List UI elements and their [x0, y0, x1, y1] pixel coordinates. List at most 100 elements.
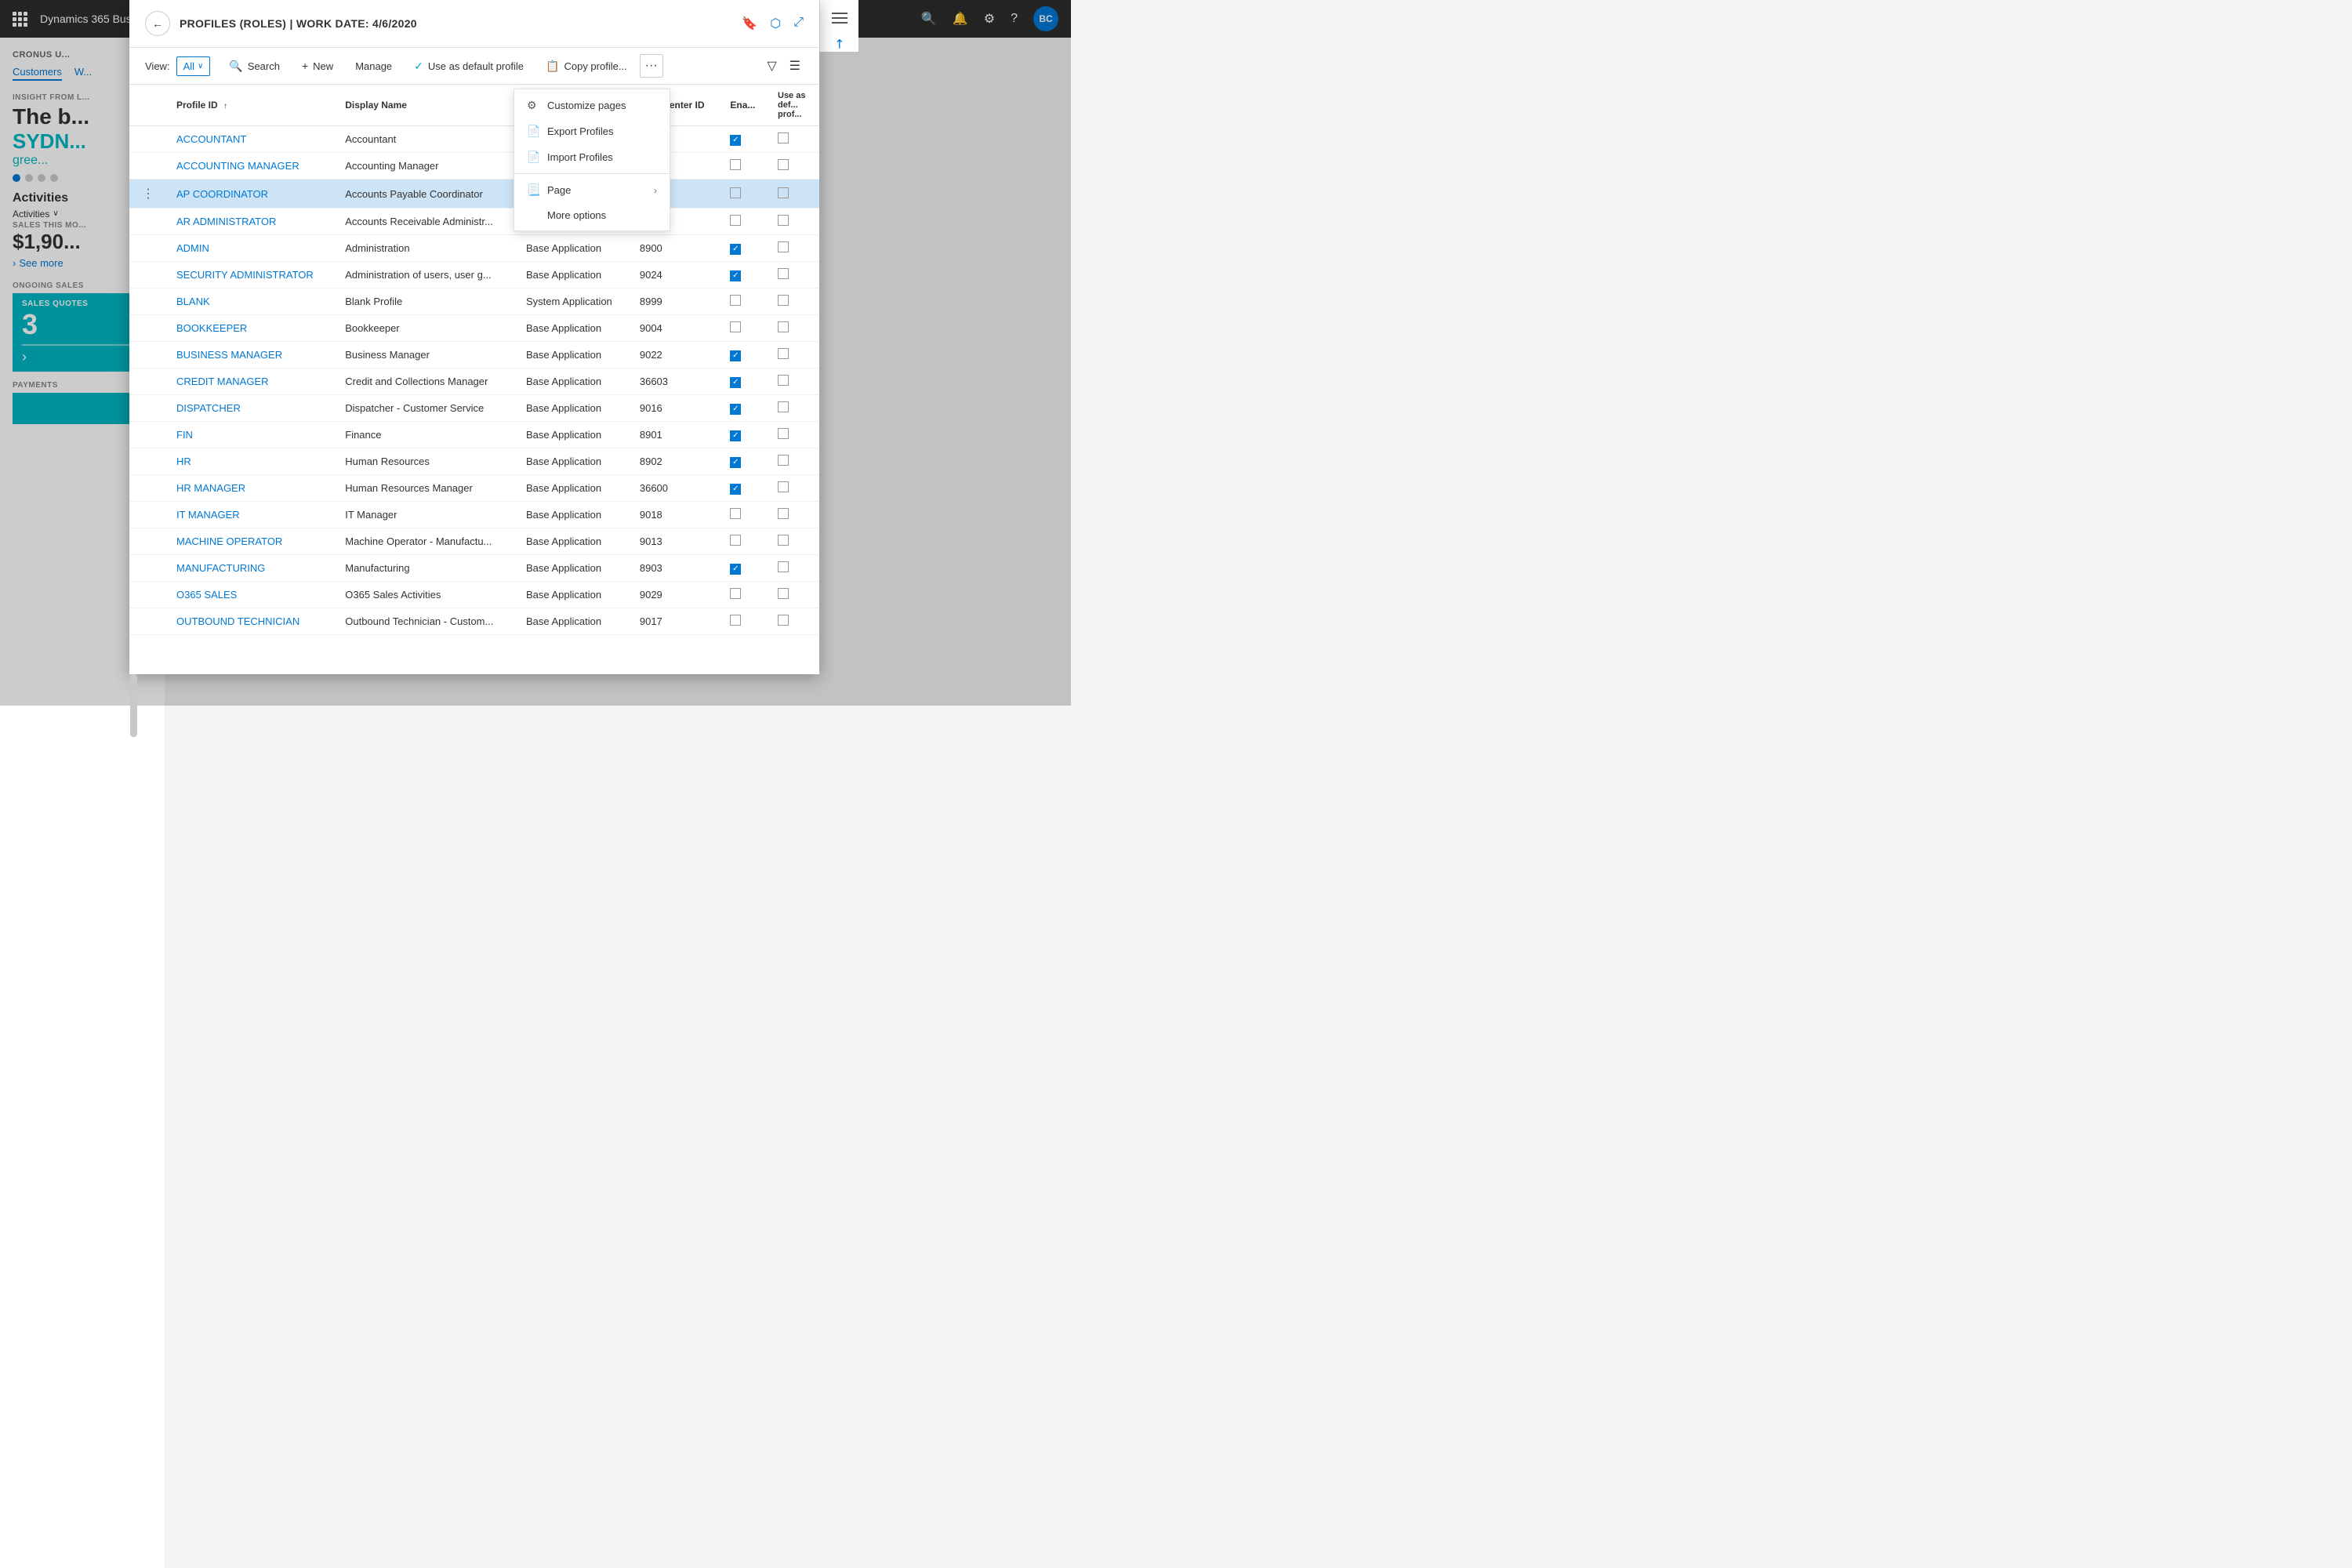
- view-dropdown[interactable]: All ∨: [176, 56, 211, 76]
- table-row[interactable]: ⋮AP COORDINATORAccounts Payable Coordina…: [129, 180, 819, 209]
- enabled-checkbox[interactable]: [730, 588, 741, 599]
- cell-enabled[interactable]: [720, 582, 768, 608]
- cell-enabled[interactable]: ✓: [720, 422, 768, 448]
- cell-enabled[interactable]: [720, 180, 768, 209]
- table-row[interactable]: HRHuman ResourcesBase Application8902✓: [129, 448, 819, 475]
- table-row[interactable]: IT MANAGERIT ManagerBase Application9018: [129, 502, 819, 528]
- table-row[interactable]: O365 SALESO365 Sales ActivitiesBase Appl…: [129, 582, 819, 608]
- search-button[interactable]: 🔍 Search: [220, 55, 289, 78]
- table-row[interactable]: FINFinanceBase Application8901✓: [129, 422, 819, 448]
- cell-enabled[interactable]: ✓: [720, 475, 768, 502]
- cell-use-as-default[interactable]: [768, 555, 819, 582]
- default-checkbox[interactable]: [778, 428, 789, 439]
- enabled-checkbox[interactable]: [730, 535, 741, 546]
- cell-profile-id[interactable]: BUSINESS MANAGER: [167, 342, 336, 368]
- default-checkbox[interactable]: [778, 535, 789, 546]
- external-link-icon[interactable]: ⬡: [770, 16, 781, 31]
- cell-profile-id[interactable]: BLANK: [167, 289, 336, 315]
- bookmark-icon[interactable]: 🔖: [742, 16, 757, 31]
- enabled-checkbox[interactable]: ✓: [730, 377, 741, 388]
- table-row[interactable]: SECURITY ADMINISTRATORAdministration of …: [129, 262, 819, 289]
- enabled-checkbox[interactable]: ✓: [730, 430, 741, 441]
- cell-profile-id[interactable]: FIN: [167, 422, 336, 448]
- copy-profile-button[interactable]: 📋 Copy profile...: [536, 55, 637, 78]
- col-profile-id[interactable]: Profile ID ↑: [167, 85, 336, 126]
- default-checkbox[interactable]: [778, 401, 789, 412]
- cell-enabled[interactable]: [720, 315, 768, 342]
- enabled-checkbox[interactable]: [730, 615, 741, 626]
- cell-use-as-default[interactable]: [768, 475, 819, 502]
- default-checkbox[interactable]: [778, 588, 789, 599]
- page-item[interactable]: 📃 Page ›: [514, 177, 670, 203]
- default-checkbox[interactable]: [778, 455, 789, 466]
- cell-enabled[interactable]: [720, 608, 768, 635]
- cell-profile-id[interactable]: ACCOUNTING MANAGER: [167, 153, 336, 180]
- cell-enabled[interactable]: [720, 209, 768, 235]
- cell-enabled[interactable]: [720, 153, 768, 180]
- more-button[interactable]: ···: [640, 54, 663, 78]
- enabled-checkbox[interactable]: [730, 187, 741, 198]
- default-checkbox[interactable]: [778, 508, 789, 519]
- default-checkbox[interactable]: [778, 187, 789, 198]
- cell-enabled[interactable]: [720, 289, 768, 315]
- default-checkbox[interactable]: [778, 348, 789, 359]
- cell-profile-id[interactable]: BOOKKEEPER: [167, 315, 336, 342]
- cell-profile-id[interactable]: OUTBOUND TECHNICIAN: [167, 608, 336, 635]
- cell-enabled[interactable]: ✓: [720, 262, 768, 289]
- default-checkbox[interactable]: [778, 615, 789, 626]
- cell-use-as-default[interactable]: [768, 262, 819, 289]
- cell-use-as-default[interactable]: [768, 289, 819, 315]
- default-checkbox[interactable]: [778, 375, 789, 386]
- table-row[interactable]: HR MANAGERHuman Resources ManagerBase Ap…: [129, 475, 819, 502]
- enabled-checkbox[interactable]: ✓: [730, 457, 741, 468]
- new-button[interactable]: + New: [292, 55, 343, 77]
- enabled-checkbox[interactable]: [730, 295, 741, 306]
- list-view-icon[interactable]: ☰: [786, 55, 804, 77]
- table-row[interactable]: DISPATCHERDispatcher - Customer ServiceB…: [129, 395, 819, 422]
- export-profiles-item[interactable]: 📄 Export Profiles: [514, 118, 670, 144]
- cell-use-as-default[interactable]: [768, 448, 819, 475]
- table-row[interactable]: MANUFACTURINGManufacturingBase Applicati…: [129, 555, 819, 582]
- more-options-item[interactable]: More options: [514, 203, 670, 227]
- cell-profile-id[interactable]: IT MANAGER: [167, 502, 336, 528]
- cell-profile-id[interactable]: ADMIN: [167, 235, 336, 262]
- scrollbar-thumb[interactable]: [130, 674, 137, 737]
- cell-profile-id[interactable]: AR ADMINISTRATOR: [167, 209, 336, 235]
- enabled-checkbox[interactable]: [730, 508, 741, 519]
- cell-use-as-default[interactable]: [768, 315, 819, 342]
- cell-enabled[interactable]: ✓: [720, 126, 768, 153]
- cell-enabled[interactable]: [720, 502, 768, 528]
- enabled-checkbox[interactable]: ✓: [730, 244, 741, 255]
- default-checkbox[interactable]: [778, 241, 789, 252]
- table-row[interactable]: ACCOUNTING MANAGERAccounting ManagerBase…: [129, 153, 819, 180]
- import-profiles-item[interactable]: 📄 Import Profiles: [514, 144, 670, 170]
- default-checkbox[interactable]: [778, 268, 789, 279]
- default-checkbox[interactable]: [778, 215, 789, 226]
- cell-use-as-default[interactable]: [768, 368, 819, 395]
- cell-use-as-default[interactable]: [768, 395, 819, 422]
- table-row[interactable]: BUSINESS MANAGERBusiness ManagerBase App…: [129, 342, 819, 368]
- enabled-checkbox[interactable]: [730, 215, 741, 226]
- default-checkbox[interactable]: [778, 481, 789, 492]
- cell-enabled[interactable]: ✓: [720, 448, 768, 475]
- row-menu-button[interactable]: ⋮: [139, 187, 158, 201]
- cell-profile-id[interactable]: MANUFACTURING: [167, 555, 336, 582]
- default-checkbox[interactable]: [778, 321, 789, 332]
- cell-enabled[interactable]: [720, 528, 768, 555]
- cell-enabled[interactable]: ✓: [720, 342, 768, 368]
- enabled-checkbox[interactable]: ✓: [730, 270, 741, 281]
- cell-use-as-default[interactable]: [768, 126, 819, 153]
- cell-use-as-default[interactable]: [768, 608, 819, 635]
- table-container[interactable]: Profile ID ↑ Display Name Source Role Ce…: [129, 85, 819, 674]
- enabled-checkbox[interactable]: [730, 159, 741, 170]
- table-row[interactable]: OUTBOUND TECHNICIANOutbound Technician -…: [129, 608, 819, 635]
- cell-use-as-default[interactable]: [768, 342, 819, 368]
- enabled-checkbox[interactable]: ✓: [730, 135, 741, 146]
- customize-pages-item[interactable]: ⚙ Customize pages: [514, 93, 670, 118]
- enabled-checkbox[interactable]: ✓: [730, 404, 741, 415]
- cell-enabled[interactable]: ✓: [720, 555, 768, 582]
- cell-use-as-default[interactable]: [768, 502, 819, 528]
- expand-icon[interactable]: ⤢: [793, 16, 804, 31]
- table-row[interactable]: ADMINAdministrationBase Application8900✓: [129, 235, 819, 262]
- cell-profile-id[interactable]: CREDIT MANAGER: [167, 368, 336, 395]
